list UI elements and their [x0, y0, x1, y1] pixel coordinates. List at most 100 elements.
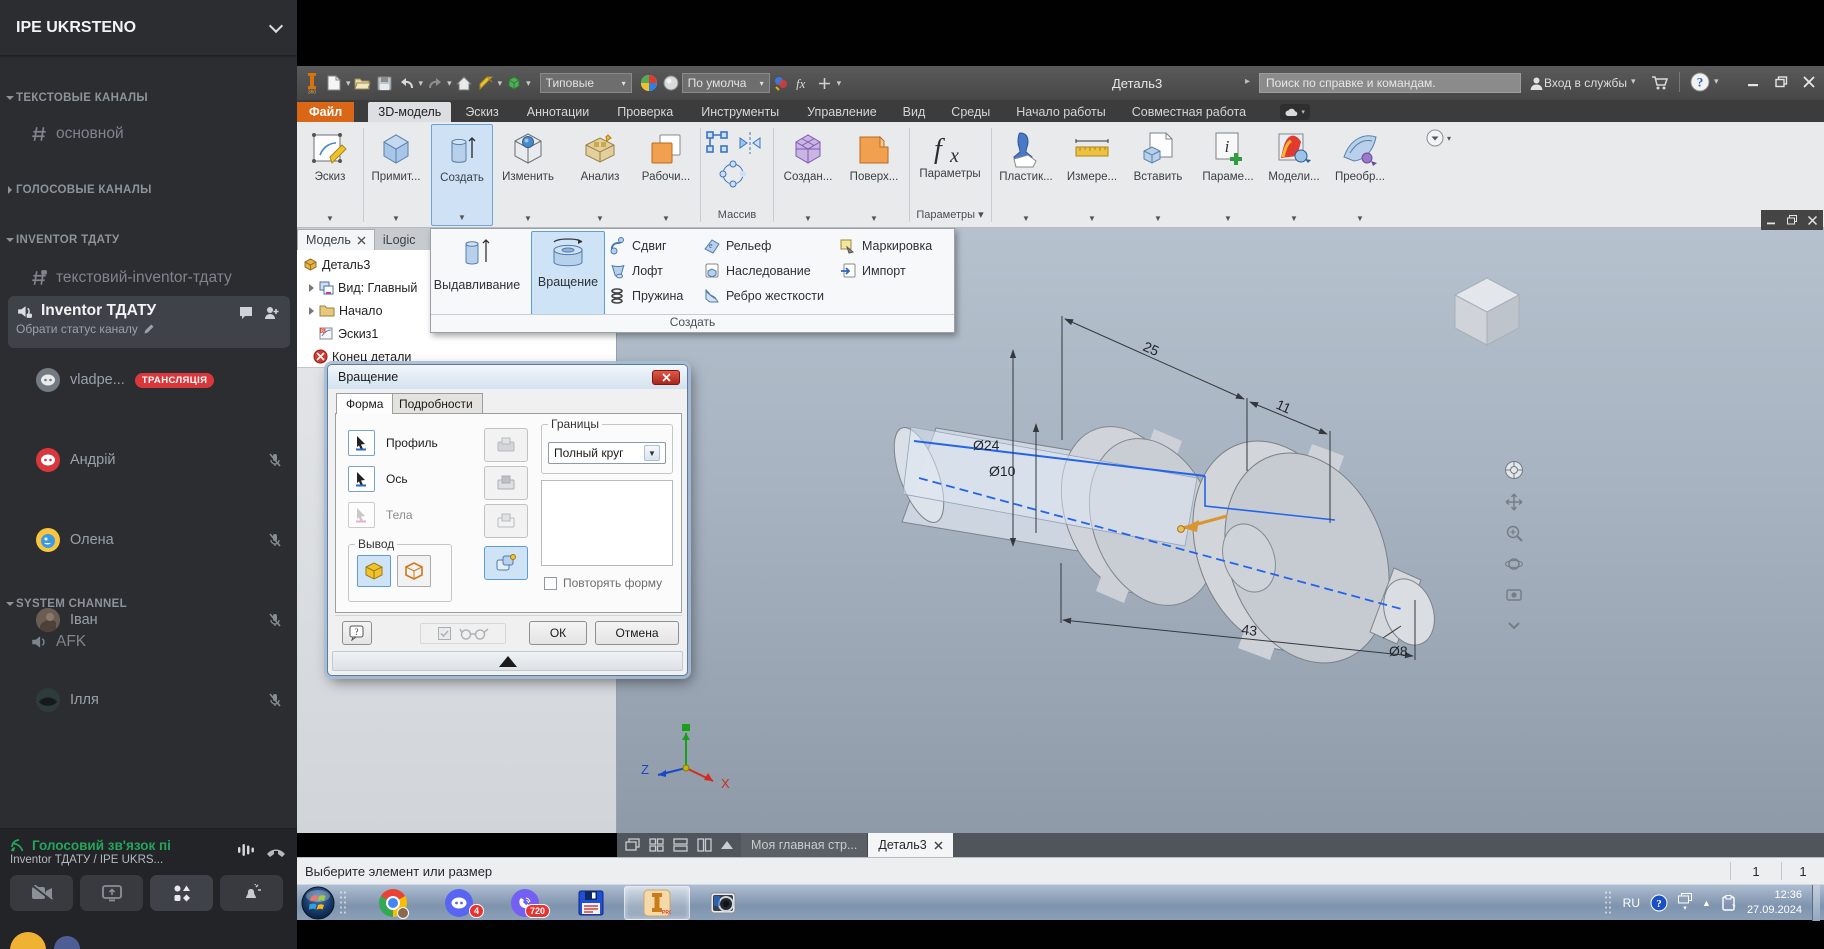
flyout-loft[interactable]: Лофт	[609, 262, 663, 280]
signin-dropdown[interactable]: ▾	[1630, 76, 1637, 87]
show-desktop-button[interactable]	[1812, 885, 1820, 921]
ribbon-simulation-button[interactable]: Модели... ▼	[1263, 124, 1325, 226]
pencil-icon[interactable]	[143, 323, 155, 335]
help-icon[interactable]: ?	[1689, 71, 1711, 93]
axis-select-button[interactable]	[348, 466, 375, 492]
dim-dia10[interactable]: Ø10	[989, 463, 1016, 479]
ribbon-insert-button[interactable]: Вставить ▼	[1127, 124, 1189, 226]
home-button[interactable]	[453, 72, 475, 94]
ribbon-convert-button[interactable]: Преобр... ▼	[1329, 124, 1391, 226]
invite-user-icon[interactable]	[264, 305, 280, 321]
tray-expand-icon[interactable]: ▲	[1702, 898, 1711, 908]
flyout-import[interactable]: Импорт	[839, 262, 906, 280]
action-center-icon[interactable]	[1721, 895, 1737, 911]
restore-button[interactable]	[1769, 71, 1793, 93]
view-cube[interactable]	[1443, 265, 1529, 351]
mirror-icon[interactable]	[737, 130, 763, 156]
tab-annotations[interactable]: Аннотации	[517, 102, 599, 122]
section-system-channel[interactable]: SYSTEM CHANNEL	[8, 598, 127, 610]
browser-tab-ilogic[interactable]: iLogic	[375, 230, 424, 250]
output-solid-button[interactable]	[357, 555, 391, 587]
ok-button[interactable]: ОК	[529, 621, 587, 645]
minimize-button[interactable]	[1741, 71, 1765, 93]
taskbar-discord-button[interactable]: 4	[426, 886, 492, 920]
more-tools-icon[interactable]	[1506, 617, 1522, 633]
taskbar-chrome-button[interactable]	[360, 886, 426, 920]
chat-bubble-icon[interactable]	[238, 305, 254, 321]
doc-restore-icon[interactable]	[1787, 215, 1797, 225]
flyout-derive[interactable]: Наследование	[703, 262, 811, 280]
redo-button[interactable]	[424, 72, 446, 94]
look-at-icon[interactable]	[1505, 586, 1523, 604]
pan-icon[interactable]	[1505, 493, 1523, 511]
ribbon-workfeatures-button[interactable]: Рабочи... ▼	[635, 124, 697, 226]
taskbar-save-app-button[interactable]	[558, 886, 624, 920]
tab-inspect[interactable]: Проверка	[607, 102, 683, 122]
section-voice-channels[interactable]: ГОЛОСОВЫЕ КАНАЛЫ	[8, 184, 152, 196]
dim-25[interactable]: 25	[1141, 338, 1162, 359]
appearance-sphere-icon[interactable]	[660, 72, 682, 94]
disconnect-icon[interactable]	[265, 841, 287, 859]
circular-pattern-icon[interactable]	[719, 160, 747, 188]
tab-3d-model[interactable]: 3D-модель	[368, 102, 451, 122]
taskbar-viber-button[interactable]: 720	[492, 886, 558, 920]
tab-get-started[interactable]: Начало работы	[1006, 102, 1115, 122]
voice-user-olena[interactable]: Олена	[0, 520, 297, 560]
section-text-channels[interactable]: ТЕКСТОВЫЕ КАНАЛЫ	[8, 92, 148, 104]
flyout-coil[interactable]: Пружина	[609, 287, 683, 305]
tab-manage[interactable]: Управление	[797, 102, 887, 122]
preview-checkbox[interactable]	[438, 627, 451, 640]
ribbon-modify-button[interactable]: Изменить ▼	[497, 124, 559, 226]
channel-osnovnoy[interactable]: основной	[8, 118, 288, 150]
channel-text-inventor[interactable]: текстовий-inventor-тдату	[8, 262, 294, 294]
cancel-button[interactable]: Отмена	[595, 621, 679, 645]
channel-afk[interactable]: AFK	[8, 626, 288, 658]
tile-vertical-icon[interactable]	[697, 838, 712, 852]
ribbon-primitives-button[interactable]: Примит... ▼	[365, 124, 427, 226]
voice-user-vladpe[interactable]: vladpe... ТРАНСЛЯЦІЯ	[0, 360, 297, 400]
ribbon-measure-button[interactable]: Измере... ▼	[1061, 124, 1123, 226]
match-shape-option[interactable]: Повторять форму	[544, 576, 662, 590]
start-button[interactable]	[297, 885, 339, 921]
flyout-decal[interactable]: Маркировка	[839, 237, 932, 255]
orbit-icon[interactable]	[1505, 555, 1523, 573]
close-icon[interactable]	[357, 236, 366, 245]
ribbon-freeform-button[interactable]: Создан... ▼	[777, 124, 839, 226]
tab-sketch[interactable]: Эскиз	[455, 102, 508, 122]
tab-file[interactable]: Файл	[297, 102, 354, 122]
ribbon-parameters-button[interactable]: fx Параметры Параметры ▾	[913, 124, 987, 224]
tab-environments[interactable]: Среды	[941, 102, 1000, 122]
ribbon-analysis-button[interactable]: Анализ ▼	[569, 124, 631, 226]
operation-intersect-button[interactable]	[484, 504, 528, 538]
tray-clock[interactable]: 12:36 27.09.2024	[1747, 888, 1802, 917]
appearance-combo[interactable]: По умолча▾	[682, 73, 770, 93]
new-file-button[interactable]	[323, 72, 345, 94]
preview-toggle[interactable]	[420, 623, 506, 644]
tile-windows-icon[interactable]	[649, 838, 664, 852]
voice-user-andriy[interactable]: Андрій	[0, 440, 297, 480]
flyout-group-label[interactable]: Создать	[431, 314, 954, 332]
tab-view[interactable]: Вид	[893, 102, 936, 122]
solids-select-button[interactable]	[348, 502, 375, 528]
server-header[interactable]: IPE UKRSTENO	[0, 0, 297, 56]
ribbon-iproperties-button[interactable]: i Параме... ▼	[1197, 124, 1259, 226]
dialog-close-button[interactable]	[652, 370, 680, 385]
adjust-colors-icon[interactable]	[770, 72, 792, 94]
store-cart-icon[interactable]	[1649, 72, 1671, 94]
material-dropdown[interactable]: ▾	[525, 78, 532, 89]
tab-tools[interactable]: Инструменты	[691, 102, 789, 122]
language-indicator[interactable]: RU	[1623, 896, 1640, 910]
operation-join-button[interactable]	[484, 428, 528, 462]
undo-button[interactable]	[396, 72, 418, 94]
dialog-help-button[interactable]: ?	[342, 621, 372, 645]
fx-parameters-icon[interactable]: fx	[792, 72, 814, 94]
flyout-extrude-button[interactable]: Выдавливание	[433, 231, 521, 292]
zoom-icon[interactable]	[1505, 524, 1523, 542]
match-shape-checkbox[interactable]	[544, 577, 557, 590]
section-inventor-tdatu[interactable]: INVENTOR ТДАТУ	[8, 234, 119, 246]
dialog-tab-details[interactable]: Подробности	[389, 393, 483, 414]
signin-menu[interactable]: Вход в службы	[1544, 76, 1627, 90]
dialog-tab-shape[interactable]: Форма	[336, 393, 393, 414]
dialog-titlebar[interactable]: Вращение	[328, 365, 687, 389]
tray-window-icon[interactable]: ▾	[1678, 893, 1692, 912]
